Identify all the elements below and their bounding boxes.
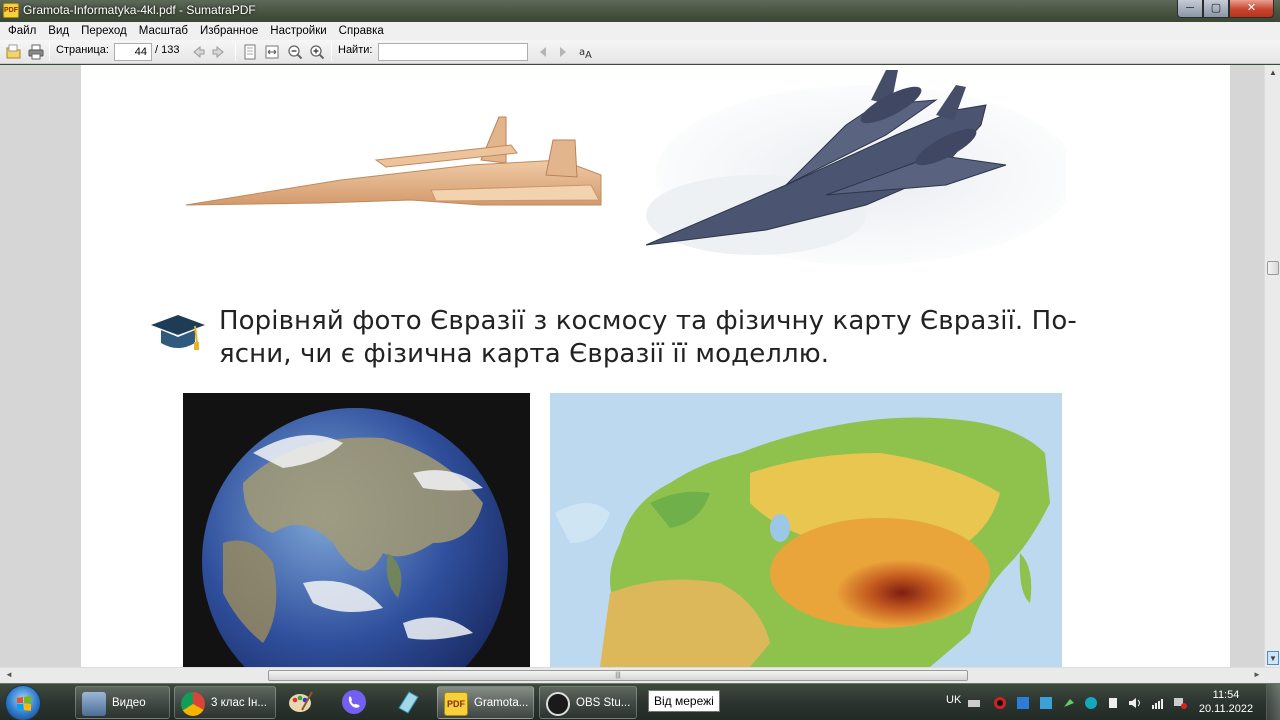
scroll-up-arrow-icon[interactable]: ▲ <box>1267 66 1279 80</box>
wooden-plane-model-image <box>185 116 602 206</box>
menu-zoom[interactable]: Масштаб <box>133 25 194 37</box>
shield-icon[interactable] <box>1016 696 1030 710</box>
find-next-icon[interactable] <box>555 44 571 60</box>
next-page-icon[interactable] <box>211 44 227 60</box>
scroll-left-arrow-icon[interactable]: ◄ <box>5 670 13 679</box>
taskbar-item-chrome[interactable]: 3 клас Ін... <box>174 686 276 719</box>
page-total: / 133 <box>155 44 180 56</box>
document-viewport[interactable]: Порівняй фото Євразії з космосу та фізич… <box>0 65 1264 667</box>
sumatra-pdf-taskbar-icon: PDF <box>444 692 468 716</box>
maximize-button[interactable]: ▢ <box>1203 0 1229 18</box>
language-indicator[interactable]: UK <box>946 694 961 720</box>
horizontal-scroll-thumb[interactable]: ||| <box>268 670 968 681</box>
taskbar-item-video[interactable]: Видео <box>75 686 170 719</box>
open-folder-icon[interactable] <box>6 44 22 60</box>
menu-settings[interactable]: Настройки <box>264 25 332 37</box>
keyboard-icon[interactable] <box>967 696 981 710</box>
clock-time: 11:54 <box>1212 689 1240 701</box>
fit-width-icon[interactable] <box>264 44 280 60</box>
windows-logo-icon <box>17 696 31 711</box>
close-button[interactable]: ✕ <box>1229 0 1274 18</box>
menu-view[interactable]: Вид <box>42 25 75 37</box>
network-disconnected-icon[interactable] <box>1173 696 1187 710</box>
power-plug-icon[interactable] <box>1106 696 1120 710</box>
earth-from-space-photo <box>183 393 530 667</box>
scroll-down-arrow-icon[interactable]: ▼ <box>1267 651 1279 665</box>
page-label: Страница: <box>56 44 109 56</box>
match-case-icon[interactable]: a A <box>578 44 594 60</box>
antivirus-icon[interactable] <box>1084 696 1098 710</box>
title-bar: PDF Gramota-Informatyka-4kl.pdf - Sumatr… <box>0 0 1280 22</box>
signal-icon[interactable] <box>1151 696 1165 710</box>
taskbar-item-obs[interactable]: OBS Stu... <box>539 686 637 719</box>
minimize-button[interactable]: ─ <box>1177 0 1203 18</box>
clock-date: 20.11.2022 <box>1198 703 1254 715</box>
menu-file[interactable]: Файл <box>2 25 42 37</box>
find-previous-icon[interactable] <box>535 44 551 60</box>
horizontal-scrollbar[interactable]: ◄ ||| ► <box>0 667 1280 683</box>
page-number-input[interactable]: 44 <box>114 43 152 61</box>
taskbar: Видео 3 клас Ін... PDF Gramota... OBS St… <box>0 683 1280 720</box>
viber-icon[interactable] <box>340 688 368 716</box>
zoom-in-icon[interactable] <box>309 44 325 60</box>
menu-bar: Файл Вид Переход Масштаб Избранное Настр… <box>0 22 1280 40</box>
record-indicator-icon[interactable] <box>993 696 1007 710</box>
find-label: Найти: <box>338 44 373 56</box>
eurasia-physical-map <box>550 393 1062 667</box>
previous-page-icon[interactable] <box>190 44 206 60</box>
network-tool-icon[interactable] <box>1039 696 1053 710</box>
print-icon[interactable] <box>28 44 44 60</box>
exercise-question-text: Порівняй фото Євразії з космосу та фізич… <box>219 306 1077 369</box>
volume-icon[interactable] <box>1128 696 1142 710</box>
toolbar: Страница: 44 / 133 Найти: a A <box>0 40 1280 64</box>
window-title: Gramota-Informatyka-4kl.pdf - SumatraPDF <box>23 3 256 17</box>
menu-help[interactable]: Справка <box>333 25 390 37</box>
zoom-out-icon[interactable] <box>287 44 303 60</box>
safely-remove-icon[interactable] <box>1062 696 1076 710</box>
start-button[interactable] <box>5 685 41 720</box>
paint-icon[interactable] <box>286 688 314 716</box>
chrome-icon <box>181 692 205 716</box>
vertical-scrollbar[interactable]: ▲ ▼ <box>1264 65 1280 667</box>
fit-page-icon[interactable] <box>242 44 258 60</box>
network-tooltip: Від мережі <box>648 690 720 712</box>
taskbar-item-sumatra[interactable]: PDF Gramota... <box>437 686 534 719</box>
obs-studio-icon <box>546 692 570 716</box>
sumatra-pdf-icon: PDF <box>3 3 19 18</box>
blackbird-jet-illustration <box>645 70 1066 265</box>
graduation-cap-icon <box>151 315 205 350</box>
vertical-scroll-thumb[interactable] <box>1267 261 1279 275</box>
menu-favorites[interactable]: Избранное <box>194 25 264 37</box>
svg-text:A: A <box>585 50 592 60</box>
video-folder-icon <box>82 692 106 716</box>
system-clock[interactable]: 11:54 20.11.2022 <box>1196 688 1256 716</box>
show-desktop-button[interactable] <box>1266 684 1280 720</box>
notes-app-icon[interactable] <box>394 688 422 716</box>
scroll-right-arrow-icon[interactable]: ► <box>1253 670 1261 679</box>
pdf-page: Порівняй фото Євразії з космосу та фізич… <box>81 65 1230 667</box>
find-input[interactable] <box>378 43 528 61</box>
menu-go[interactable]: Переход <box>75 25 133 37</box>
